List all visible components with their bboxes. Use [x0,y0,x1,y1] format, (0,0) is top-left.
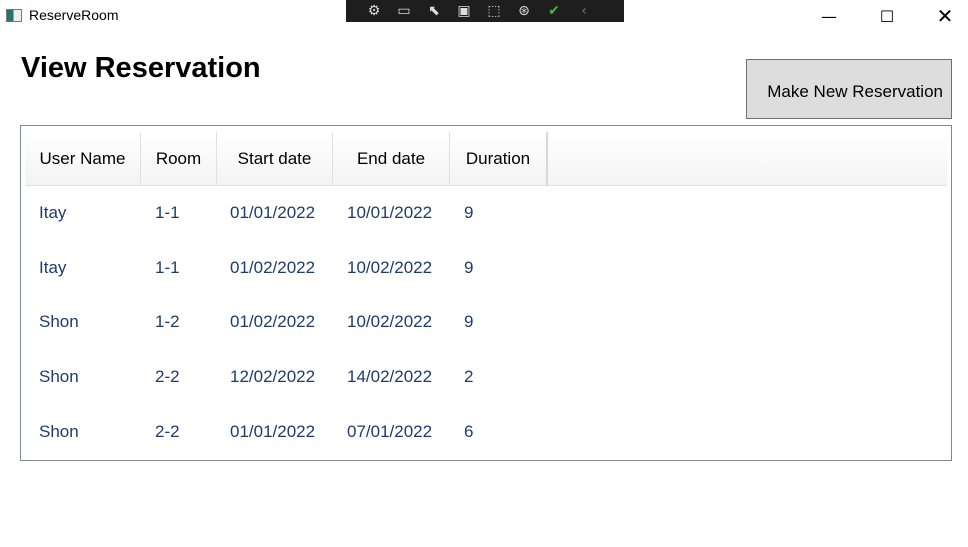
cell-user-name: Itay [39,257,67,277]
column-header-user-name[interactable]: User Name [25,132,141,186]
column-header-duration[interactable]: Duration [450,132,548,186]
record-icon[interactable]: ▭ [394,3,414,19]
app-icon [6,9,22,22]
minimize-button[interactable]: — [806,0,852,32]
cell-duration: 2 [464,367,474,387]
cell-end-date: 10/02/2022 [347,312,433,332]
debug-toolbar: ⚙ ▭ ⬉ ▣ ⬚ ⊛ ✔ ‹ [346,0,624,22]
column-header-end-date[interactable]: End date [333,132,450,186]
cell-start-date: 01/02/2022 [230,257,316,277]
cell-start-date: 01/02/2022 [230,312,316,332]
cell-duration: 6 [464,421,474,441]
make-new-reservation-button[interactable]: Make New Reservation [746,59,952,119]
cell-room: 2-2 [155,367,180,387]
cell-room: 2-2 [155,421,180,441]
accessibility-check-icon[interactable]: ✔ [544,3,564,19]
close-button[interactable]: ✕ [922,0,968,32]
title-bar: ReserveRoom ⚙ ▭ ⬉ ▣ ⬚ ⊛ ✔ ‹ — ☐ ✕ [0,0,968,32]
cell-start-date: 12/02/2022 [230,367,316,387]
cell-user-name: Shon [39,421,79,441]
grid-header: User Name Room Start date End date Durat… [25,132,947,186]
maximize-button[interactable]: ☐ [864,0,910,32]
cell-end-date: 10/02/2022 [347,257,433,277]
cell-duration: 9 [464,203,474,222]
reservations-grid: User Name Room Start date End date Durat… [20,125,952,461]
table-row[interactable]: Itay 1-1 01/02/2022 10/02/2022 9 [21,241,951,295]
track-focus-icon[interactable]: ⬚ [484,3,504,19]
cell-start-date: 01/01/2022 [230,203,316,222]
binding-failures-icon[interactable]: ⊛ [514,3,534,19]
table-row[interactable]: Itay 1-1 01/01/2022 10/01/2022 9 [21,186,951,240]
cell-room: 1-2 [155,312,180,332]
select-element-icon[interactable]: ⬉ [424,3,444,19]
cell-room: 1-1 [155,203,180,222]
cell-user-name: Shon [39,312,79,332]
cell-user-name: Itay [39,203,67,222]
layout-adorner-icon[interactable]: ▣ [454,3,474,19]
page-title: View Reservation [21,52,261,84]
collapse-icon[interactable]: ‹ [574,3,594,19]
table-row[interactable]: Shon 1-2 01/02/2022 10/02/2022 9 [21,295,951,349]
table-row[interactable]: Shon 2-2 12/02/2022 14/02/2022 2 [21,350,951,404]
cell-duration: 9 [464,312,474,332]
cell-end-date: 10/01/2022 [347,203,433,222]
cell-start-date: 01/01/2022 [230,421,316,441]
column-header-start-date[interactable]: Start date [217,132,333,186]
cell-end-date: 07/01/2022 [347,421,433,441]
visual-tree-icon[interactable]: ⚙ [364,3,384,19]
cell-room: 1-1 [155,257,180,277]
column-header-room[interactable]: Room [141,132,217,186]
cell-end-date: 14/02/2022 [347,367,433,387]
table-row[interactable]: Shon 2-2 01/01/2022 07/01/2022 6 [21,405,951,459]
cell-duration: 9 [464,257,474,277]
cell-user-name: Shon [39,367,79,387]
window-title: ReserveRoom [29,7,119,23]
